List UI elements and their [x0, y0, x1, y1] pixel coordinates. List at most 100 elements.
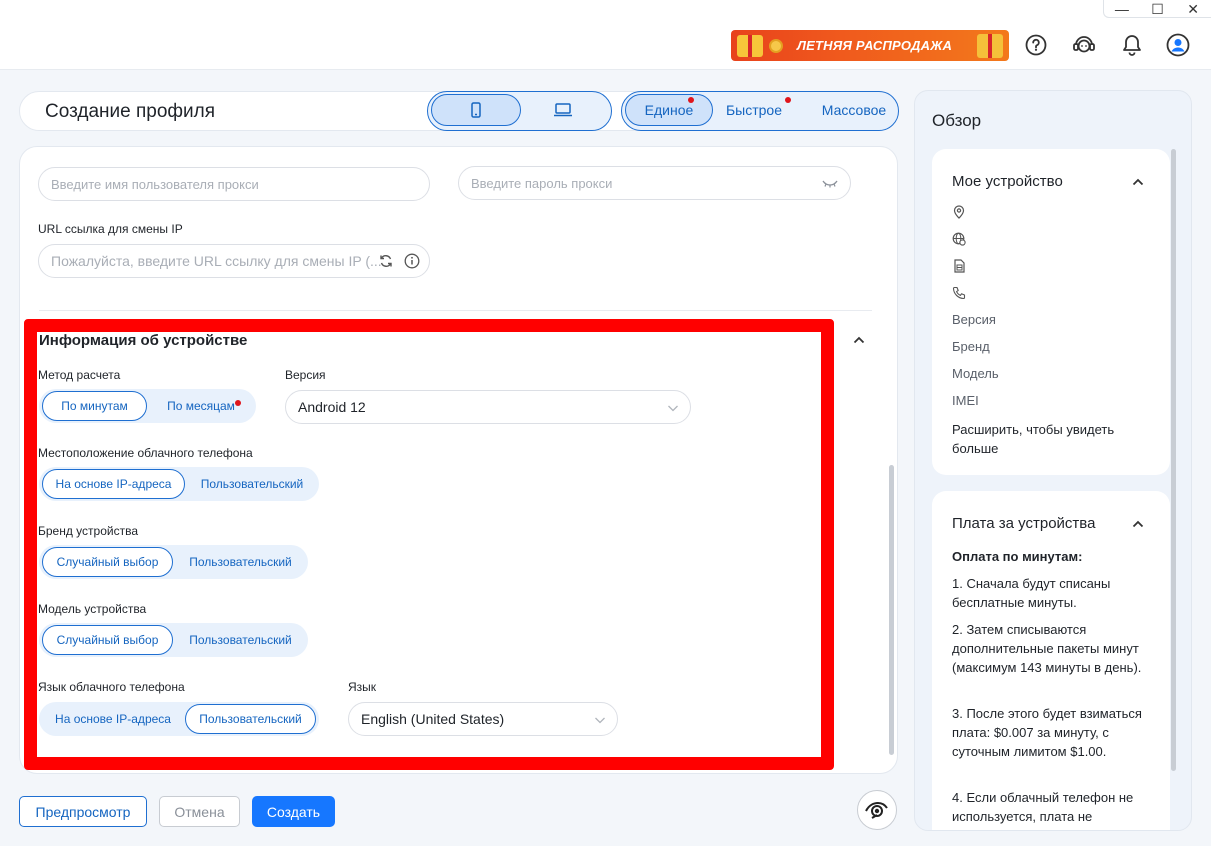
my-device-title: Мое устройство	[952, 173, 1063, 190]
ip-change-url-label: URL ссылка для смены IP	[38, 222, 183, 236]
phone-device-option[interactable]	[431, 94, 521, 126]
gift-icon	[737, 34, 763, 57]
fee-point-1: 1. Сначала будут списаны бесплатные мину…	[952, 576, 1111, 610]
device-model-row: Модель	[952, 366, 999, 381]
device-type-toggle	[427, 91, 612, 131]
model-random-option[interactable]: Случайный выбор	[42, 625, 173, 655]
phone-icon	[471, 102, 481, 118]
device-fee-card: Плата за устройства Оплата по минутам: 1…	[932, 491, 1170, 830]
location-custom-label: Пользовательский	[200, 477, 304, 491]
coin-icon	[769, 38, 783, 53]
help-icon[interactable]	[1024, 33, 1048, 57]
language-custom-option[interactable]: Пользовательский	[185, 704, 316, 734]
billing-per-month-option[interactable]: По месяцам	[149, 391, 253, 421]
tab-single[interactable]: Единое	[625, 94, 713, 126]
tab-quick[interactable]: Быстрое	[717, 94, 791, 126]
sim-card-icon	[954, 259, 965, 273]
my-device-card: Мое устройство Версия Бренд Модель IMEI …	[932, 149, 1170, 475]
preview-button[interactable]: Предпросмотр	[19, 796, 147, 827]
cloud-language-label: Язык облачного телефона	[38, 680, 185, 694]
device-version-row: Версия	[952, 312, 996, 327]
language-ip-based-option[interactable]: На основе IP-адреса	[42, 704, 184, 734]
tab-bulk-label: Массовое	[821, 102, 887, 118]
tab-single-label: Единое	[644, 102, 694, 118]
billing-method-toggle: По минутам По месяцам	[39, 389, 256, 423]
bell-icon[interactable]	[1120, 33, 1144, 57]
location-ip-based-option[interactable]: На основе IP-адреса	[42, 469, 185, 499]
proxy-username-input[interactable]: Введите имя пользователя прокси	[38, 167, 430, 201]
page-title: Создание профиля	[45, 101, 216, 122]
device-brand-toggle: Случайный выбор Пользовательский	[39, 545, 308, 579]
expand-more-text[interactable]: Расширить, чтобы увидеть больше	[952, 420, 1152, 458]
version-label: Версия	[285, 368, 326, 382]
promo-text: ЛЕТНЯЯ РАСПРОДАЖА	[797, 38, 953, 53]
user-avatar-icon[interactable]	[1166, 33, 1190, 57]
brand-custom-option[interactable]: Пользовательский	[175, 547, 306, 577]
creation-mode-tabs: Единое Быстрое Массовое	[621, 91, 899, 131]
eye-icon	[865, 801, 888, 819]
device-model-label: Модель устройства	[38, 602, 147, 616]
overview-title: Обзор	[932, 111, 982, 130]
phone-call-icon	[952, 286, 966, 300]
globe-icon	[952, 232, 966, 246]
maximize-button[interactable]: ☐	[1150, 2, 1164, 16]
create-button[interactable]: Создать	[252, 796, 335, 827]
proxy-password-input[interactable]: Введите пароль прокси	[458, 166, 851, 200]
version-select[interactable]: Android 12	[285, 390, 691, 424]
form-scrollbar[interactable]	[889, 465, 894, 755]
billing-per-month-label: По месяцам	[167, 399, 235, 413]
proxy-password-placeholder: Введите пароль прокси	[471, 175, 613, 191]
cloud-location-toggle: На основе IP-адреса Пользовательский	[39, 467, 319, 501]
chevron-up-icon[interactable]	[1131, 517, 1145, 531]
chevron-down-icon	[668, 405, 678, 412]
chevron-up-icon[interactable]	[852, 333, 866, 347]
brand-custom-label: Пользовательский	[189, 555, 292, 569]
profile-form: Введите имя пользователя прокси Введите …	[19, 146, 898, 774]
device-fee-title: Плата за устройства	[952, 515, 1096, 532]
gift-icon	[977, 33, 1003, 58]
brand-random-label: Случайный выбор	[56, 555, 159, 569]
desktop-device-option[interactable]	[518, 94, 608, 126]
brand-random-option[interactable]: Случайный выбор	[42, 547, 173, 577]
preview-eye-button[interactable]	[857, 790, 897, 830]
overview-scrollbar[interactable]	[1171, 149, 1176, 771]
close-button[interactable]: ✕	[1186, 2, 1200, 16]
billing-per-minute-option[interactable]: По минутам	[42, 391, 147, 421]
language-value: English (United States)	[361, 711, 505, 727]
chevron-up-icon[interactable]	[1131, 175, 1145, 189]
language-custom-label: Пользовательский	[199, 712, 302, 726]
model-random-label: Случайный выбор	[56, 633, 159, 647]
summer-sale-banner[interactable]: ЛЕТНЯЯ РАСПРОДАЖА	[731, 30, 1009, 61]
tab-bulk[interactable]: Массовое	[808, 94, 900, 126]
info-icon[interactable]	[404, 253, 420, 269]
device-model-toggle: Случайный выбор Пользовательский	[39, 623, 308, 657]
profile-header: Создание профиля Единое Быстрое Массовое	[19, 91, 899, 131]
refresh-icon[interactable]	[379, 254, 393, 268]
window-controls: — ☐ ✕	[1103, 0, 1211, 18]
new-badge-dot	[688, 97, 694, 103]
location-custom-option[interactable]: Пользовательский	[187, 469, 317, 499]
proxy-username-placeholder: Введите имя пользователя прокси	[51, 176, 259, 192]
ip-change-url-placeholder: Пожалуйста, введите URL ссылку для смены…	[51, 253, 382, 269]
new-badge-dot	[785, 97, 791, 103]
billing-per-minute-label: По минутам	[61, 399, 128, 413]
section-divider	[39, 310, 872, 311]
tab-quick-label: Быстрое	[725, 102, 783, 118]
minimize-button[interactable]: —	[1115, 2, 1129, 16]
device-brand-label: Бренд устройства	[38, 524, 139, 538]
billing-method-label: Метод расчета	[38, 368, 121, 382]
eye-closed-icon[interactable]	[822, 179, 838, 189]
cloud-language-toggle: На основе IP-адреса Пользовательский	[39, 702, 319, 736]
model-custom-label: Пользовательский	[189, 633, 292, 647]
ip-change-url-input[interactable]: Пожалуйста, введите URL ссылку для смены…	[38, 244, 430, 278]
model-custom-option[interactable]: Пользовательский	[175, 625, 306, 655]
laptop-icon	[554, 103, 572, 117]
support-icon[interactable]	[1072, 33, 1096, 57]
language-select[interactable]: English (United States)	[348, 702, 618, 736]
top-bar: — ☐ ✕ ЛЕТНЯЯ РАСПРОДАЖА	[0, 0, 1211, 70]
cancel-button[interactable]: Отмена	[159, 796, 240, 827]
device-imei-row: IMEI	[952, 393, 979, 408]
fee-point-3: 3. После этого будет взиматься плата: $0…	[952, 706, 1142, 759]
version-value: Android 12	[298, 399, 366, 415]
device-brand-row: Бренд	[952, 339, 990, 354]
